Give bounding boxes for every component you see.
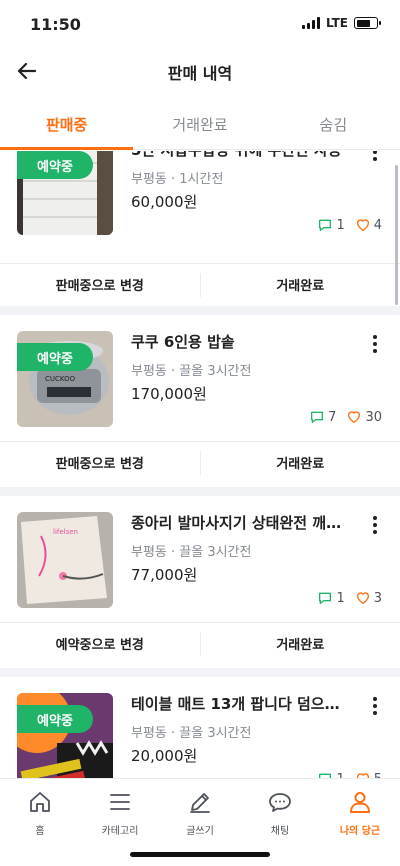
scrollbar[interactable] xyxy=(395,165,398,305)
change-status-button[interactable]: 예약중으로 변경 xyxy=(0,634,200,653)
more-options-button[interactable] xyxy=(364,514,386,536)
divider xyxy=(0,668,400,677)
item-price: 77,000원 xyxy=(131,566,198,584)
reserved-badge: 예약중 xyxy=(17,705,93,733)
item-content[interactable]: 예약중 테이블 매트 13개 팝니다 덤으로 2… 부평동 · 끌올 3시간전 … xyxy=(0,693,400,778)
chat-bubble-icon xyxy=(311,411,324,423)
tab-bar: 판매중 거래완료 숨김 xyxy=(0,98,400,150)
item-stats: 1 5 xyxy=(317,771,382,778)
complete-deal-button[interactable]: 거래완료 xyxy=(201,453,400,472)
heart-icon xyxy=(356,592,369,604)
item-actions: 판매중으로 변경 거래완료 xyxy=(0,441,400,483)
tab-hidden[interactable]: 숨김 xyxy=(267,98,400,149)
chat-count: 1 xyxy=(317,771,345,778)
item-stats: 7 30 xyxy=(309,409,382,425)
nav-label: 글쓰기 xyxy=(186,826,214,837)
item-thumbnail: lifelsen xyxy=(17,512,113,608)
chat-bubble-icon xyxy=(319,592,332,604)
change-status-button[interactable]: 판매중으로 변경 xyxy=(0,275,200,294)
heart-icon xyxy=(356,219,369,231)
chat-count: 1 xyxy=(317,590,345,606)
home-indicator[interactable] xyxy=(130,852,270,857)
item-title: 5단 서랍수납장 위에 두칸만 사용 xyxy=(131,151,346,160)
item-price: 170,000원 xyxy=(131,385,207,403)
item-content[interactable]: CUCKOO 예약중 쿠쿠 6인용 밥솥 부평동 · 끌올 3시간전 170,0… xyxy=(0,331,400,443)
reserved-badge: 예약중 xyxy=(17,151,93,179)
like-count: 3 xyxy=(355,590,382,606)
more-options-button[interactable] xyxy=(364,695,386,717)
nav-label: 나의 당근 xyxy=(339,826,381,837)
svg-text:lifelsen: lifelsen xyxy=(53,528,78,536)
list-item: 예약중 테이블 매트 13개 팝니다 덤으로 2… 부평동 · 끌올 3시간전 … xyxy=(0,677,400,778)
list-item: lifelsen 종아리 발마사지기 상태완전 깨끗… 부평동 · 끌올 3시간… xyxy=(0,496,400,662)
item-stats: 1 4 xyxy=(317,217,382,233)
svg-text:CUCKOO: CUCKOO xyxy=(45,375,76,383)
nav-label: 카테고리 xyxy=(101,826,139,837)
person-icon xyxy=(350,792,370,813)
menu-icon xyxy=(110,794,130,810)
change-status-button[interactable]: 판매중으로 변경 xyxy=(0,453,200,472)
nav-my-carrot[interactable]: 나의 당근 xyxy=(320,779,400,866)
nav-label: 채팅 xyxy=(270,826,290,837)
divider xyxy=(0,306,400,315)
item-content[interactable]: 예약중 5단 서랍수납장 위에 두칸만 사용 부평동 · 1시간전 60,000… xyxy=(0,151,400,251)
like-count: 5 xyxy=(355,771,382,778)
divider xyxy=(0,487,400,496)
item-price: 20,000원 xyxy=(131,747,198,765)
sales-list[interactable]: 예약중 5단 서랍수납장 위에 두칸만 사용 부평동 · 1시간전 60,000… xyxy=(0,151,400,778)
tab-completed[interactable]: 거래완료 xyxy=(133,98,266,149)
item-stats: 1 3 xyxy=(317,590,382,606)
item-meta: 부평동 · 끌올 3시간전 xyxy=(131,364,252,379)
header: 판매 내역 xyxy=(0,48,400,94)
heart-icon xyxy=(348,411,361,423)
item-title: 쿠쿠 6인용 밥솥 xyxy=(131,333,235,351)
battery-icon xyxy=(354,17,381,29)
network-label: LTE xyxy=(325,16,348,30)
nav-home[interactable]: 홈 xyxy=(0,779,80,866)
signal-icon xyxy=(301,17,320,29)
more-options-button[interactable] xyxy=(364,333,386,355)
chat-bubble-icon xyxy=(319,773,332,778)
chat-count: 7 xyxy=(309,409,336,425)
tab-on-sale[interactable]: 판매중 xyxy=(0,98,134,150)
list-item: CUCKOO 예약중 쿠쿠 6인용 밥솥 부평동 · 끌올 3시간전 170,0… xyxy=(0,315,400,481)
chat-bubble-icon xyxy=(319,219,332,231)
like-count: 30 xyxy=(346,409,382,425)
nav-label: 홈 xyxy=(35,826,45,837)
like-count: 4 xyxy=(355,217,382,233)
heart-icon xyxy=(356,773,369,778)
more-options-button[interactable] xyxy=(364,151,386,163)
status-bar: 11:50 LTE xyxy=(0,0,400,48)
item-meta: 부평동 · 끌올 3시간전 xyxy=(131,726,252,741)
chat-icon xyxy=(269,793,291,812)
list-item: 예약중 5단 서랍수납장 위에 두칸만 사용 부평동 · 1시간전 60,000… xyxy=(0,151,400,307)
item-title: 종아리 발마사지기 상태완전 깨끗… xyxy=(131,514,346,532)
complete-deal-button[interactable]: 거래완료 xyxy=(201,634,400,653)
item-meta: 부평동 · 1시간전 xyxy=(131,172,224,187)
chat-count: 1 xyxy=(317,217,345,233)
item-title: 테이블 매트 13개 팝니다 덤으로 2… xyxy=(131,695,346,713)
home-icon xyxy=(30,792,50,812)
status-time: 11:50 xyxy=(30,15,81,34)
item-content[interactable]: lifelsen 종아리 발마사지기 상태완전 깨끗… 부평동 · 끌올 3시간… xyxy=(0,512,400,624)
item-actions: 예약중으로 변경 거래완료 xyxy=(0,622,400,664)
pencil-icon xyxy=(190,793,210,813)
status-indicators: LTE xyxy=(301,16,381,30)
complete-deal-button[interactable]: 거래완료 xyxy=(201,275,400,294)
reserved-badge: 예약중 xyxy=(17,343,93,371)
item-actions: 판매중으로 변경 거래완료 xyxy=(0,263,400,305)
item-meta: 부평동 · 끌올 3시간전 xyxy=(131,545,252,560)
page-title: 판매 내역 xyxy=(167,64,233,83)
item-price: 60,000원 xyxy=(131,193,198,211)
